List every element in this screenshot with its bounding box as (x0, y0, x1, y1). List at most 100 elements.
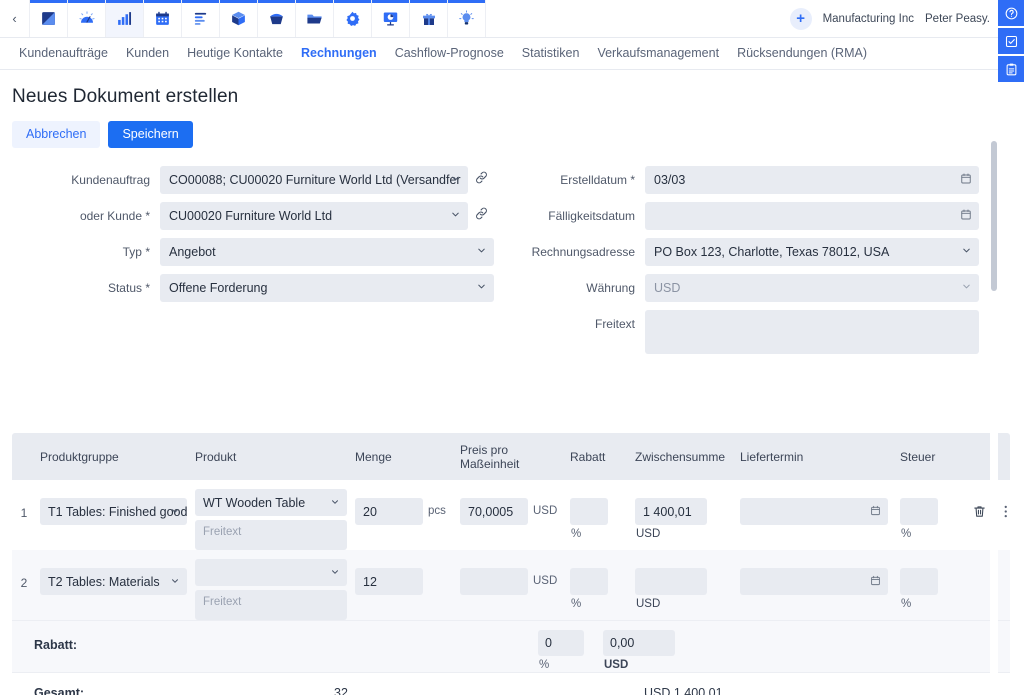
chevron-down-icon (330, 496, 340, 510)
zwischensumme-input[interactable]: 1 400,01 (635, 498, 707, 525)
toolbar-icon-presentation-chart[interactable] (372, 0, 410, 37)
nav-item-statistiken[interactable]: Statistiken (513, 47, 589, 60)
produkt-freitext-input[interactable]: Freitext (195, 590, 347, 620)
status-value: Offene Forderung (169, 280, 268, 295)
faelligkeitsdatum-input[interactable] (645, 201, 979, 230)
label-freitext: Freitext (594, 316, 635, 331)
steuer-input[interactable] (900, 498, 938, 525)
summary-rabatt-amount-input[interactable]: 0,00 (603, 630, 675, 656)
row-number: 2 (20, 576, 28, 590)
summary-label-gesamt: Gesamt: (34, 686, 85, 695)
checklist-icon[interactable] (998, 28, 1024, 54)
field-row-typ: Typ * Angebot (0, 237, 512, 266)
clipboard-icon[interactable] (998, 56, 1024, 82)
kundenauftrag-value: CO00088; CU00020 Furniture World Ltd (Ve… (169, 172, 461, 187)
cell-rabatt: % (566, 489, 631, 540)
calendar-icon[interactable] (870, 575, 881, 589)
back-chevron-icon: ‹ (12, 11, 17, 26)
toolbar-icon-gear[interactable] (334, 0, 372, 37)
th-steuer: Steuer (900, 449, 936, 464)
help-question-icon[interactable] (998, 0, 1024, 26)
status-select[interactable]: Offene Forderung (160, 273, 494, 302)
cell-liefertermin (736, 559, 896, 595)
summary-rabatt-percent-input[interactable]: 0 (538, 630, 584, 656)
menge-input[interactable]: 12 (355, 568, 423, 595)
menge-input[interactable]: 20 (355, 498, 423, 525)
cell-liefertermin (736, 489, 896, 525)
typ-select[interactable]: Angebot (160, 237, 494, 266)
add-button[interactable]: + (789, 7, 812, 30)
save-button[interactable]: Speichern (108, 121, 193, 148)
toolbar-icon-folder-open[interactable] (296, 0, 334, 37)
rechnungsadresse-select[interactable]: PO Box 123, Charlotte, Texas 78012, USA (645, 237, 979, 266)
th-produkt: Produkt (195, 449, 237, 464)
nav-item-cashflow-prognose[interactable]: Cashflow-Prognose (386, 47, 513, 60)
waehrung-select[interactable]: USD (645, 273, 979, 302)
preis-input[interactable] (460, 568, 528, 595)
cell-zwischensumme: USD (631, 559, 736, 610)
toolbar-icon-shopping-basket[interactable] (258, 0, 296, 37)
label-typ: Typ * (122, 244, 150, 259)
delete-row-icon[interactable] (972, 504, 987, 519)
drag-handle-icon[interactable] (1003, 504, 1010, 519)
organization-name: Manufacturing Inc (822, 12, 914, 25)
kundenauftrag-select[interactable]: CO00088; CU00020 Furniture World Ltd (Ve… (160, 165, 468, 194)
nav-item-kundenauftraege[interactable]: Kundenaufträge (10, 47, 117, 60)
produkt-select[interactable]: WT Wooden Table (195, 489, 347, 516)
th-preis-pro-masseinheit: Preis pro Maßeinheit (456, 443, 566, 471)
scrollbar-thumb[interactable] (991, 141, 997, 291)
table-row: 2 T2 Tables: Materials Freitext 12 USD %… (12, 550, 1010, 620)
cancel-button[interactable]: Abbrechen (12, 121, 101, 148)
erstelldatum-input[interactable]: 03/03 (645, 165, 979, 194)
chevron-down-icon (476, 281, 487, 295)
produkt-stack: Freitext (195, 559, 347, 620)
back-button[interactable]: ‹ (0, 0, 30, 37)
nav-item-heutige-kontakte[interactable]: Heutige Kontakte (178, 47, 292, 60)
liefertermin-input[interactable] (740, 568, 888, 595)
nav-item-kunden[interactable]: Kunden (117, 47, 178, 60)
action-button-row: Abbrechen Speichern (0, 108, 1024, 148)
oder-kunde-select[interactable]: CU00020 Furniture World Ltd (160, 201, 468, 230)
summary-label-rabatt: Rabatt: (34, 638, 78, 652)
rabatt-input[interactable] (570, 568, 608, 595)
liefertermin-input[interactable] (740, 498, 888, 525)
preis-input[interactable]: 70,0005 (460, 498, 528, 525)
active-indicator (448, 0, 485, 3)
line-items-table: Produktgruppe Produkt Menge Preis pro Ma… (12, 433, 1010, 695)
zwischensumme-input[interactable] (635, 568, 707, 595)
user-name[interactable]: Peter Peasy. (925, 13, 990, 25)
calendar-icon[interactable] (870, 505, 881, 519)
toolbar-icon-contrast-square[interactable] (30, 0, 68, 37)
produktgruppe-select[interactable]: T1 Tables: Finished good (40, 498, 187, 525)
page-body: Neues Dokument erstellen Abbrechen Speic… (0, 70, 1024, 695)
calendar-icon[interactable] (960, 208, 972, 223)
rabatt-unit: % (571, 528, 582, 540)
cell-produkt: WT Wooden Table Freitext (191, 489, 351, 550)
toolbar-icon-task-list[interactable] (182, 0, 220, 37)
nav-item-verkaufsmanagement[interactable]: Verkaufsmanagement (588, 47, 728, 60)
vertical-scrollbar[interactable] (990, 141, 998, 695)
toolbar-icon-dashboard-gauge[interactable] (68, 0, 106, 37)
rabatt-input[interactable] (570, 498, 608, 525)
nav-item-rechnungen[interactable]: Rechnungen (292, 47, 386, 60)
steuer-input[interactable] (900, 568, 938, 595)
label-waehrung: Währung (586, 280, 635, 295)
produktgruppe-select[interactable]: T2 Tables: Materials (40, 568, 187, 595)
toolbar-icon-calendar[interactable] (144, 0, 182, 37)
freitext-textarea[interactable] (645, 309, 979, 354)
produkt-select[interactable] (195, 559, 347, 586)
calendar-icon[interactable] (960, 172, 972, 187)
dashboard-gauge-icon (78, 10, 95, 23)
produkt-freitext-input[interactable]: Freitext (195, 520, 347, 550)
toolbar-icon-lightbulb[interactable] (448, 0, 486, 37)
kundenauftrag-link-icon[interactable] (468, 166, 494, 185)
nav-item-ruecksendungen-rma[interactable]: Rücksendungen (RMA) (728, 47, 876, 60)
th-rabatt: Rabatt (570, 449, 606, 464)
oder-kunde-link-icon[interactable] (468, 202, 494, 221)
label-faelligkeitsdatum: Fälligkeitsdatum (548, 208, 635, 223)
active-indicator (68, 0, 105, 3)
gear-icon (346, 11, 360, 27)
toolbar-icon-bar-chart[interactable] (106, 0, 144, 37)
toolbar-icon-gift[interactable] (410, 0, 448, 37)
toolbar-icon-cube-box[interactable] (220, 0, 258, 37)
